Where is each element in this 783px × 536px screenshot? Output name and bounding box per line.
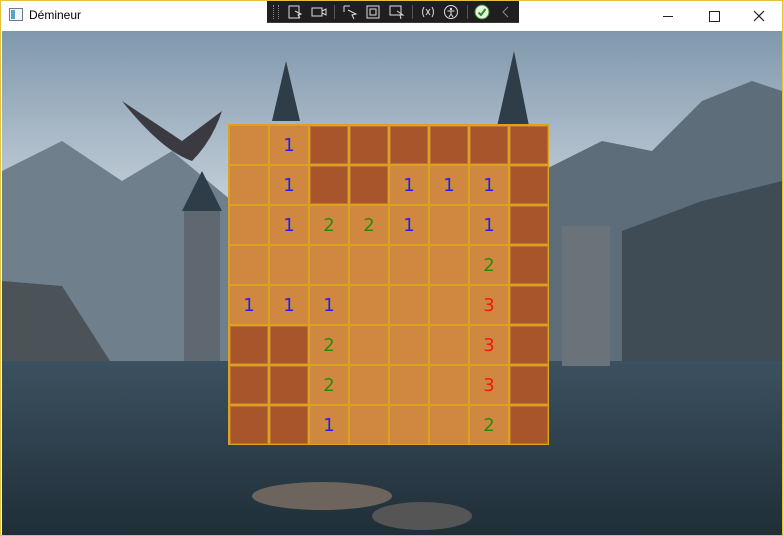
- cell-number[interactable]: 1: [470, 166, 508, 204]
- minimize-icon: [663, 15, 673, 17]
- cell-hidden[interactable]: [270, 406, 308, 444]
- cell-revealed-empty[interactable]: [350, 406, 388, 444]
- app-icon: [9, 8, 23, 21]
- game-area: 111111221121113232312: [2, 31, 782, 535]
- cell-revealed-empty[interactable]: [430, 286, 468, 324]
- cursor-icon: [389, 5, 405, 19]
- cell-hidden[interactable]: [510, 326, 548, 364]
- cell-revealed-empty[interactable]: [230, 126, 268, 164]
- accessibility-icon: [444, 4, 459, 19]
- cell-number[interactable]: 2: [310, 326, 348, 364]
- cell-revealed-empty[interactable]: [390, 366, 428, 404]
- toolbar-separator: [466, 4, 468, 19]
- cell-hidden[interactable]: [270, 326, 308, 364]
- close-icon: [753, 10, 765, 22]
- cell-number[interactable]: 1: [270, 166, 308, 204]
- toolbar-separator: [334, 4, 336, 19]
- collapse-icon: [501, 6, 509, 17]
- check-icon: [474, 4, 490, 19]
- maximize-icon: [708, 10, 720, 22]
- cell-revealed-empty[interactable]: [390, 406, 428, 444]
- cell-hidden[interactable]: [510, 166, 548, 204]
- cell-revealed-empty[interactable]: [390, 246, 428, 284]
- toolbar-separator: [412, 4, 414, 19]
- record-button[interactable]: [308, 3, 329, 21]
- cell-hidden[interactable]: [230, 326, 268, 364]
- toolbar-grip[interactable]: [273, 4, 279, 19]
- close-button[interactable]: [736, 1, 782, 31]
- binding-check-button[interactable]: [472, 3, 493, 21]
- cell-hidden[interactable]: [470, 126, 508, 164]
- select-element-button[interactable]: [285, 3, 306, 21]
- cell-hidden[interactable]: [510, 246, 548, 284]
- cell-hidden[interactable]: [350, 166, 388, 204]
- frame-icon: [366, 5, 380, 18]
- cell-number[interactable]: 2: [350, 206, 388, 244]
- hot-reload-button[interactable]: [417, 3, 438, 21]
- minesweeper-board: 111111221121113232312: [228, 124, 549, 445]
- cell-number[interactable]: 2: [310, 366, 348, 404]
- cell-revealed-empty[interactable]: [430, 366, 468, 404]
- cell-revealed-empty[interactable]: [350, 286, 388, 324]
- cell-number[interactable]: 1: [230, 286, 268, 324]
- maximize-button[interactable]: [691, 1, 737, 31]
- cell-number[interactable]: 3: [470, 286, 508, 324]
- cell-hidden[interactable]: [230, 366, 268, 404]
- cell-hidden[interactable]: [510, 206, 548, 244]
- cell-number[interactable]: 1: [430, 166, 468, 204]
- cell-revealed-empty[interactable]: [350, 246, 388, 284]
- cell-revealed-empty[interactable]: [390, 326, 428, 364]
- cell-number[interactable]: 2: [470, 246, 508, 284]
- pointer-icon: [343, 5, 357, 19]
- hot-reload-icon: [421, 6, 434, 17]
- cell-number[interactable]: 1: [470, 206, 508, 244]
- cell-number[interactable]: 1: [390, 206, 428, 244]
- window-title: Démineur: [29, 8, 82, 22]
- cell-number[interactable]: 1: [270, 126, 308, 164]
- minimize-button[interactable]: [645, 1, 691, 31]
- cell-revealed-empty[interactable]: [430, 206, 468, 244]
- select-element-icon: [288, 5, 303, 18]
- collapse-toolbar-button[interactable]: [495, 3, 516, 21]
- cell-hidden[interactable]: [310, 126, 348, 164]
- frame-button[interactable]: [363, 3, 384, 21]
- cell-hidden[interactable]: [510, 366, 548, 404]
- cell-number[interactable]: 1: [310, 406, 348, 444]
- cell-number[interactable]: 2: [470, 406, 508, 444]
- cell-number[interactable]: 3: [470, 326, 508, 364]
- cursor-button[interactable]: [387, 3, 408, 21]
- app-window: Démineur 1 1 1 1 1 1 2 2 1 1 2 1 1 1 3 2…: [0, 0, 783, 536]
- cell-hidden[interactable]: [510, 126, 548, 164]
- cell-number[interactable]: 1: [390, 166, 428, 204]
- cell-revealed-empty[interactable]: [430, 326, 468, 364]
- cell-number[interactable]: 3: [470, 366, 508, 404]
- cell-revealed-empty[interactable]: [310, 246, 348, 284]
- pointer-button[interactable]: [339, 3, 360, 21]
- cell-revealed-empty[interactable]: [390, 286, 428, 324]
- cell-number[interactable]: 2: [310, 206, 348, 244]
- cell-hidden[interactable]: [230, 406, 268, 444]
- cell-hidden[interactable]: [510, 286, 548, 324]
- cell-number[interactable]: 1: [270, 286, 308, 324]
- cell-revealed-empty[interactable]: [430, 246, 468, 284]
- cell-revealed-empty[interactable]: [430, 406, 468, 444]
- cell-revealed-empty[interactable]: [350, 366, 388, 404]
- cell-hidden[interactable]: [350, 126, 388, 164]
- cell-revealed-empty[interactable]: [230, 166, 268, 204]
- cell-revealed-empty[interactable]: [230, 206, 268, 244]
- cell-number[interactable]: 1: [270, 206, 308, 244]
- accessibility-button[interactable]: [441, 3, 462, 21]
- cell-number[interactable]: 1: [310, 286, 348, 324]
- cell-revealed-empty[interactable]: [350, 326, 388, 364]
- cell-hidden[interactable]: [430, 126, 468, 164]
- debug-toolbar: [267, 1, 519, 23]
- cell-hidden[interactable]: [390, 126, 428, 164]
- cell-hidden[interactable]: [510, 406, 548, 444]
- cell-revealed-empty[interactable]: [230, 246, 268, 284]
- cell-hidden[interactable]: [270, 366, 308, 404]
- cell-revealed-empty[interactable]: [270, 246, 308, 284]
- record-icon: [311, 7, 327, 16]
- cell-hidden[interactable]: [310, 166, 348, 204]
